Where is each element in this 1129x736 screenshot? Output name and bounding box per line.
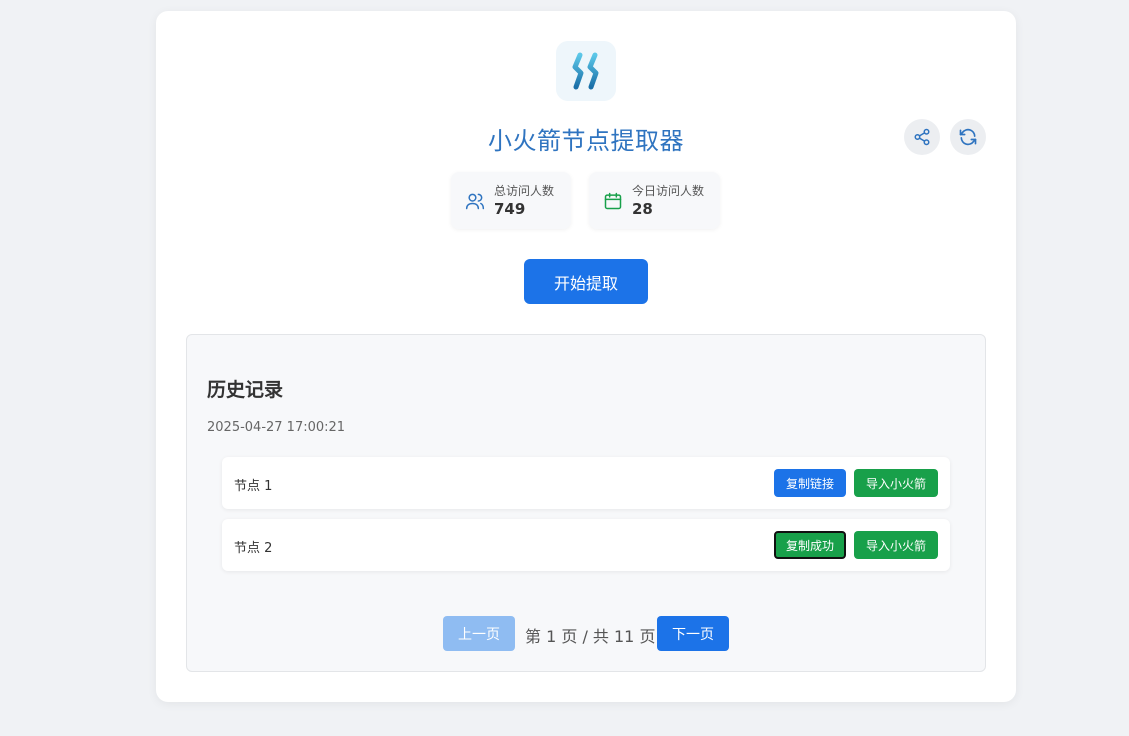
copy-link-button[interactable]: 复制链接: [774, 469, 846, 497]
page-info: 第 1 页 / 共 11 页: [525, 627, 656, 646]
refresh-button[interactable]: [950, 119, 986, 155]
calendar-icon: [603, 191, 623, 211]
refresh-icon: [959, 128, 977, 146]
import-button[interactable]: 导入小火箭: [854, 469, 938, 497]
copy-success-button[interactable]: 复制成功: [774, 531, 846, 559]
share-icon: [914, 128, 930, 146]
today-visitors-label: 今日访问人数: [632, 183, 705, 198]
node-label: 节点 2: [234, 541, 273, 556]
rocket-logo-icon: [556, 41, 616, 101]
next-page-button[interactable]: 下一页: [657, 616, 729, 651]
users-icon: [465, 191, 485, 211]
node-row: 节点 2 复制成功 导入小火箭: [222, 519, 950, 571]
share-button[interactable]: [904, 119, 940, 155]
history-timestamp: 2025-04-27 17:00:21: [207, 420, 346, 435]
today-visitors-stat: 今日访问人数 28: [589, 172, 720, 229]
prev-page-button[interactable]: 上一页: [443, 616, 515, 651]
history-title: 历史记录: [207, 379, 284, 401]
page-title: 小火箭节点提取器: [488, 127, 684, 155]
pagination: 上一页 第 1 页 / 共 11 页 下一页: [187, 616, 987, 651]
node-row: 节点 1 复制链接 导入小火箭: [222, 457, 950, 509]
start-extract-button[interactable]: 开始提取: [524, 259, 648, 304]
total-visitors-stat: 总访问人数 749: [451, 172, 571, 229]
total-visitors-label: 总访问人数: [494, 183, 555, 198]
history-panel: 历史记录 2025-04-27 17:00:21 节点 1 复制链接 导入小火箭…: [186, 334, 986, 672]
import-button[interactable]: 导入小火箭: [854, 531, 938, 559]
node-label: 节点 1: [234, 479, 273, 494]
main-card: 小火箭节点提取器 总访问人数 749 今日访问人数 28 开始提取 历史记录 2…: [156, 11, 1016, 702]
total-visitors-value: 749: [494, 199, 526, 218]
today-visitors-value: 28: [632, 199, 653, 218]
